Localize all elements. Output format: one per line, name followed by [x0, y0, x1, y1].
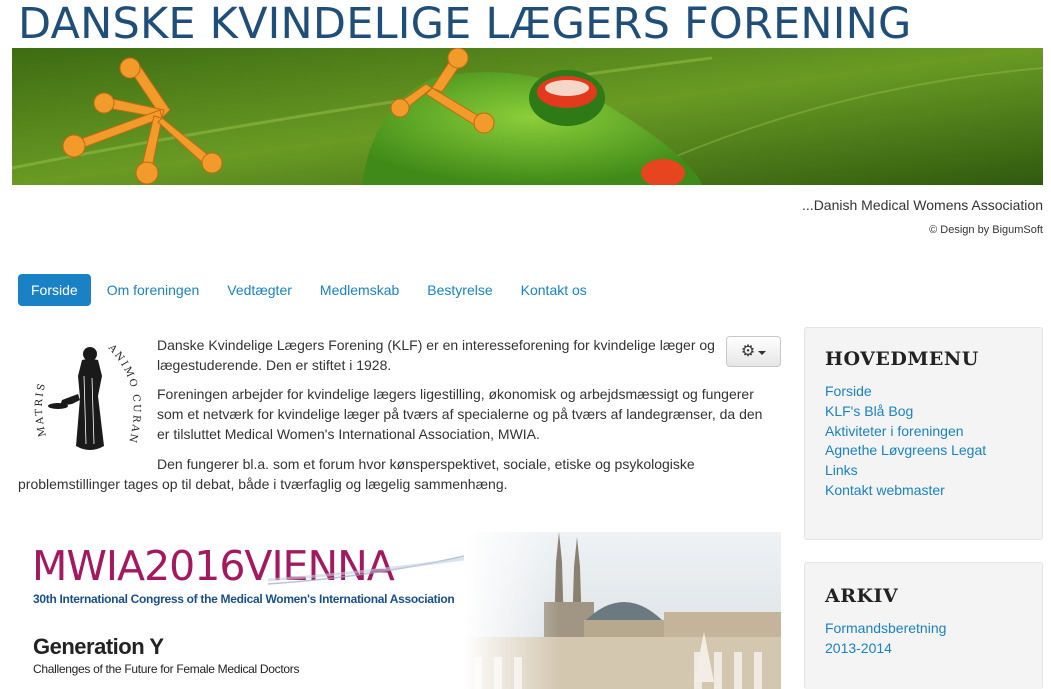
event-subtitle: 30th International Congress of the Medic… [33, 592, 455, 606]
site-tagline: ...Danish Medical Womens Association [802, 197, 1043, 213]
header-banner-image [12, 48, 1043, 185]
menu-item-forside[interactable]: Forside [825, 382, 986, 402]
archive-item-formandsberetning[interactable]: Formandsberetning [825, 619, 946, 639]
event-tagline: Challenges of the Future for Female Medi… [33, 662, 300, 676]
main-menu-title: HOVEDMENU [825, 348, 979, 370]
article-tools-button[interactable]: ⚙ [726, 336, 781, 367]
site-title[interactable]: DANSKE KVINDELIGE LÆGERS FORENING [18, 0, 912, 48]
menu-item-aktiviteter[interactable]: Aktiviteter i foreningen [825, 422, 986, 442]
nav-item-kontakt-os[interactable]: Kontakt os [507, 274, 601, 306]
vienna-city-photo [464, 532, 781, 689]
association-logo: MATRIS ANIMO CURANT [24, 328, 150, 464]
archive-panel: ARKIV Formandsberetning 2013-2014 [804, 562, 1043, 689]
forum-paragraph-line1: Den fungerer bl.a. som et forum hvor køn… [157, 456, 695, 472]
design-credit: © Design by BigumSoft [929, 224, 1043, 236]
archive-title: ARKIV [825, 585, 899, 607]
menu-item-links[interactable]: Links [825, 461, 986, 481]
menu-item-kontakt-webmaster[interactable]: Kontakt webmaster [825, 481, 986, 501]
mwia-event-banner[interactable]: MWIA2016VIENNA 30th International Congre… [18, 532, 781, 689]
gear-icon: ⚙ [740, 342, 756, 360]
nav-item-medlemskab[interactable]: Medlemskab [306, 274, 413, 306]
main-menu-panel: HOVEDMENU Forside KLF's Blå Bog Aktivite… [804, 327, 1043, 540]
main-menu-list: Forside KLF's Blå Bog Aktiviteter i fore… [825, 382, 986, 501]
intro-paragraph: Danske Kvindelige Lægers Forening (KLF) … [157, 337, 715, 373]
menu-item-legat[interactable]: Agnethe Løvgreens Legat [825, 441, 986, 461]
archive-item-2013-2014[interactable]: 2013-2014 [825, 639, 946, 659]
main-nav: Forside Om foreningen Vedtægter Medlemsk… [18, 274, 601, 306]
nav-item-bestyrelse[interactable]: Bestyrelse [413, 274, 506, 306]
forum-paragraph-line2: problemstillinger tages op til debat, bå… [18, 476, 508, 492]
svg-text:MATRIS: MATRIS [34, 381, 49, 438]
menu-item-bla-bog[interactable]: KLF's Blå Bog [825, 402, 986, 422]
event-headline: Generation Y [33, 634, 164, 659]
nav-item-forside[interactable]: Forside [18, 274, 91, 306]
mission-paragraph: Foreningen arbejder for kvindelige læger… [157, 386, 763, 442]
chevron-down-icon [758, 350, 767, 355]
archive-list: Formandsberetning 2013-2014 [825, 619, 946, 659]
nav-item-vedtaegter[interactable]: Vedtægter [213, 274, 306, 306]
nav-item-om-foreningen[interactable]: Om foreningen [93, 274, 214, 306]
